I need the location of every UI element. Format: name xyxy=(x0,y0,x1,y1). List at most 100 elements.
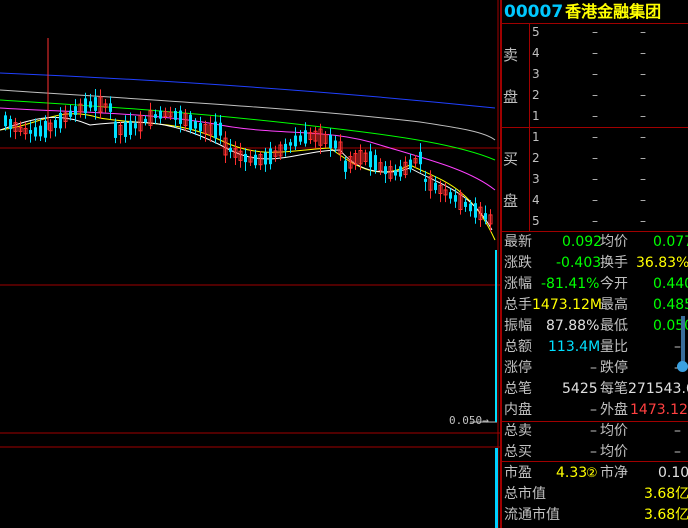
candle xyxy=(199,123,202,132)
sell-price: – xyxy=(592,88,598,102)
quote-row: 振幅 87.88% 最低 0.050 xyxy=(504,318,688,334)
ma5-line xyxy=(0,116,493,231)
quote-row: 总卖 – 均价 – xyxy=(504,423,681,439)
sell-row[interactable]: 4 – – xyxy=(532,43,688,64)
sell-volume: – xyxy=(640,46,646,60)
pe-mark-icon: ② xyxy=(586,466,598,481)
sell-volume: – xyxy=(640,25,646,39)
sell-price: – xyxy=(592,67,598,81)
buy-volume: – xyxy=(640,172,646,186)
quote-row: 最新 0.092 均价 0.077 xyxy=(504,232,688,253)
candle xyxy=(89,101,92,108)
candle xyxy=(94,97,97,111)
candle xyxy=(134,123,137,129)
sell-row[interactable]: 3 – – xyxy=(532,64,688,85)
candle xyxy=(214,121,217,139)
candle xyxy=(29,130,32,134)
buy-level: 2 xyxy=(532,151,540,165)
candle xyxy=(424,178,427,182)
candle xyxy=(474,203,477,218)
kline-chart[interactable] xyxy=(0,0,500,528)
buy-price: – xyxy=(592,214,598,228)
sell-volume: – xyxy=(640,88,646,102)
buy-level: 4 xyxy=(532,193,540,207)
sell-level: 2 xyxy=(532,88,540,102)
buy-row[interactable]: 4 – – xyxy=(532,190,688,211)
candle xyxy=(464,201,467,207)
sell-price: – xyxy=(592,46,598,60)
sell-row[interactable]: 1 – – xyxy=(532,106,688,127)
candle xyxy=(484,213,487,220)
latest-price: 0.092 xyxy=(562,234,603,250)
candle xyxy=(69,110,72,117)
candle xyxy=(454,195,457,202)
buy-label-top: 买 xyxy=(503,150,519,168)
candle xyxy=(384,166,387,175)
candle xyxy=(174,111,177,120)
buy-level: 5 xyxy=(532,214,540,228)
candle xyxy=(84,98,87,114)
buy-row[interactable]: 1 – – xyxy=(532,127,688,148)
quote-row: 总市值 3.68亿 xyxy=(504,486,688,502)
buy-level: 1 xyxy=(532,130,540,144)
quote-row: 涨停 – 跌停 – xyxy=(504,360,681,376)
candle xyxy=(394,170,397,176)
sell-level: 5 xyxy=(532,25,540,39)
ma120-line xyxy=(0,72,496,109)
candle xyxy=(124,121,127,137)
candle xyxy=(299,135,302,142)
buy-label-bottom: 盘 xyxy=(503,192,519,210)
stock-name: 香港金融集团 xyxy=(565,2,662,21)
buy-price: – xyxy=(592,193,598,207)
candle xyxy=(409,159,412,170)
candle xyxy=(194,121,197,129)
quote-row: 总手 1473.12M 最高 0.485 xyxy=(504,297,688,313)
buy-volume: – xyxy=(640,193,646,207)
sell-volume: – xyxy=(640,67,646,81)
candle xyxy=(304,130,307,144)
sell-volume: – xyxy=(640,109,646,123)
buy-volume: – xyxy=(640,130,646,144)
buy-row[interactable]: 5 – – xyxy=(532,211,688,232)
candle xyxy=(54,120,57,128)
stock-code: 00007 xyxy=(504,2,564,22)
sell-row[interactable]: 5 – – xyxy=(532,22,688,43)
candle xyxy=(44,120,47,138)
quote-row: 涨幅 -81.41% 今开 0.440 xyxy=(504,276,688,292)
candle xyxy=(399,166,402,177)
candle xyxy=(179,110,182,124)
candle xyxy=(109,103,112,112)
candle xyxy=(144,118,147,123)
sell-level: 1 xyxy=(532,109,540,123)
stock-title: 00007 香港金融集团 xyxy=(504,1,661,23)
sell-label-top: 卖 xyxy=(503,46,519,64)
candle xyxy=(9,119,12,130)
buy-row[interactable]: 3 – – xyxy=(532,169,688,190)
candle xyxy=(434,182,437,191)
buy-price: – xyxy=(592,172,598,186)
quote-row: 流通市值 3.68亿 xyxy=(504,507,688,523)
sell-price: – xyxy=(592,25,598,39)
buy-level: 3 xyxy=(532,172,540,186)
candle xyxy=(154,114,157,118)
buy-volume: – xyxy=(640,214,646,228)
candle xyxy=(114,121,117,138)
candle xyxy=(129,120,132,135)
quote-row: 市盈 4.33 ② 市净 0.10 xyxy=(504,463,688,484)
panel-left-border xyxy=(500,0,502,528)
candle xyxy=(294,135,297,147)
buy-row[interactable]: 2 – – xyxy=(532,148,688,169)
quote-row: 涨跌 -0.403 换手 36.83% xyxy=(504,255,688,271)
quote-row: 总笔 5425 每笔 271543.6 xyxy=(504,381,688,397)
ma60-line xyxy=(0,89,496,141)
sell-price: – xyxy=(592,109,598,123)
candle xyxy=(449,192,452,199)
scroll-handle[interactable] xyxy=(677,361,688,372)
panel-scrollbar[interactable] xyxy=(681,316,685,366)
candle xyxy=(369,151,372,168)
candle xyxy=(469,203,472,212)
candle xyxy=(254,154,257,166)
candle xyxy=(189,114,192,130)
sell-row[interactable]: 2 – – xyxy=(532,85,688,106)
buy-volume: – xyxy=(640,151,646,165)
